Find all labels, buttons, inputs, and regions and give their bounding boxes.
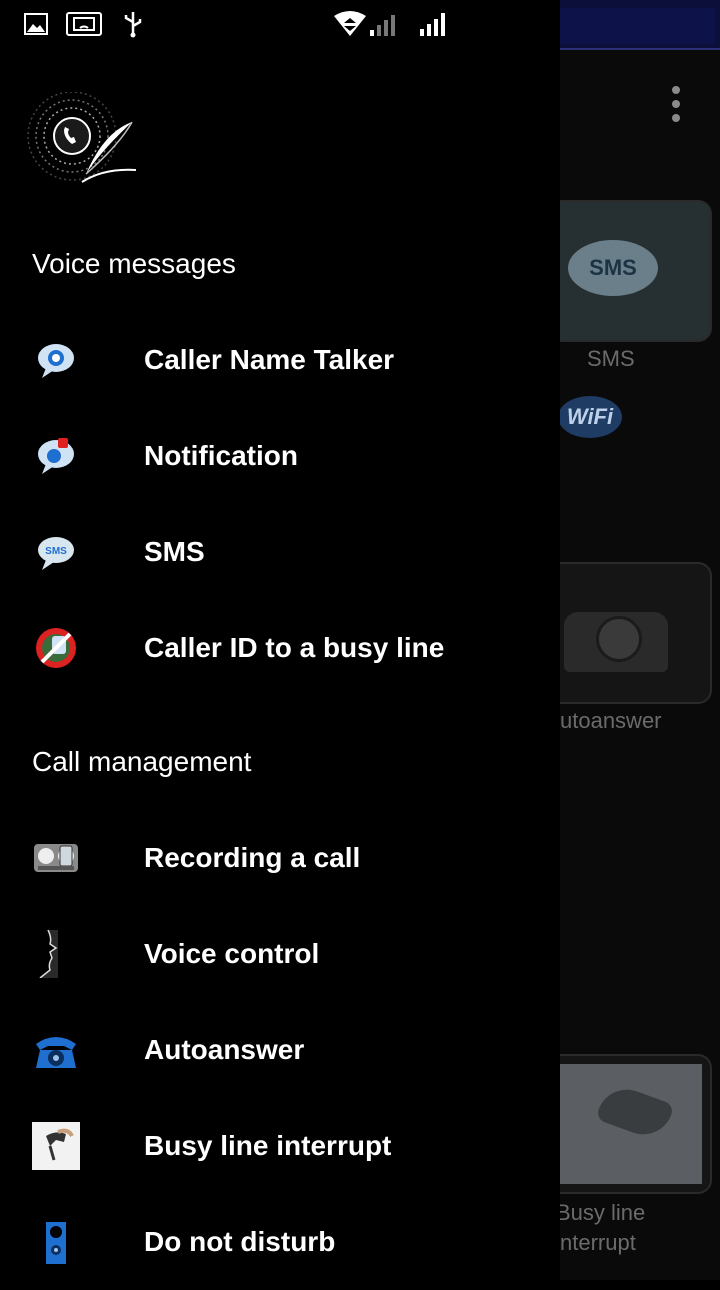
- menu-item-caller-id-busy-line[interactable]: Caller ID to a busy line: [0, 600, 560, 696]
- busy-line-tile[interactable]: [548, 1054, 712, 1194]
- recorder-icon: [34, 844, 78, 872]
- face-profile-icon: [32, 930, 58, 978]
- status-bar: [0, 0, 560, 48]
- menu-item-autoanswer[interactable]: Autoanswer: [0, 1002, 560, 1098]
- sms-bubble-icon: SMS: [38, 537, 74, 570]
- menu-label: Caller ID to a busy line: [144, 632, 445, 663]
- rotary-phone-icon: [36, 1037, 76, 1068]
- notification-bubble-icon: [38, 438, 74, 474]
- autoanswer-tile[interactable]: [548, 562, 712, 704]
- section-title-call-management: Call management: [32, 746, 252, 777]
- menu-label: Autoanswer: [144, 1034, 305, 1065]
- menu-label: Notification: [144, 440, 298, 471]
- menu-label: Do not disturb: [144, 1226, 336, 1257]
- phone-dial-icon: [596, 616, 642, 662]
- hand-phone-icon: [595, 1081, 675, 1143]
- overflow-menu-icon[interactable]: [664, 86, 688, 122]
- sms-tile[interactable]: SMS: [548, 200, 712, 342]
- autoanswer-tile-label: utoanswer: [560, 708, 662, 733]
- busy-line-caller-id-icon: [36, 628, 76, 668]
- menu-item-notification[interactable]: Notification: [0, 408, 560, 504]
- talking-bubble-icon: [38, 344, 74, 378]
- menu-item-busy-line-interrupt[interactable]: Busy line interrupt: [0, 1098, 560, 1194]
- door-hanger-icon: [46, 1222, 66, 1264]
- wifi-icon: WiFi: [558, 396, 622, 438]
- hand-phone-icon: [32, 1122, 80, 1170]
- menu-label: Busy line interrupt: [144, 1130, 392, 1161]
- sms-tile-label: SMS: [587, 346, 635, 371]
- wifi-signal-icon: [334, 11, 395, 36]
- busy-line-photo: [560, 1064, 702, 1184]
- app-toolbar-inner: [560, 8, 715, 44]
- busy-line-tile-label-1: Busy line: [556, 1200, 646, 1225]
- menu-item-do-not-disturb[interactable]: Do not disturb: [0, 1194, 560, 1290]
- usb-icon: [124, 12, 142, 38]
- menu-label: Caller Name Talker: [144, 344, 395, 375]
- menu-item-voice-control[interactable]: Voice control: [0, 906, 560, 1002]
- sms-bubble-icon: SMS: [568, 240, 658, 296]
- section-title-voice-messages: Voice messages: [32, 248, 236, 279]
- menu-label: Recording a call: [144, 842, 361, 873]
- busy-line-tile-label-2: nterrupt: [560, 1230, 636, 1255]
- gallery-icon: [24, 13, 48, 35]
- svg-text:SMS: SMS: [45, 546, 67, 557]
- cast-screen-icon: [66, 12, 102, 36]
- cell-signal-icon: [420, 13, 445, 36]
- menu-item-caller-name-talker[interactable]: Caller Name Talker: [0, 312, 560, 408]
- menu-item-recording-call[interactable]: Recording a call: [0, 810, 560, 906]
- menu-item-sms[interactable]: SMS SMS: [0, 504, 560, 600]
- menu-label: SMS: [144, 536, 205, 567]
- app-logo-icon: [27, 92, 137, 183]
- menu-label: Voice control: [144, 938, 320, 969]
- navigation-drawer: Voice messages Caller Name Talker Notifi…: [0, 0, 560, 1280]
